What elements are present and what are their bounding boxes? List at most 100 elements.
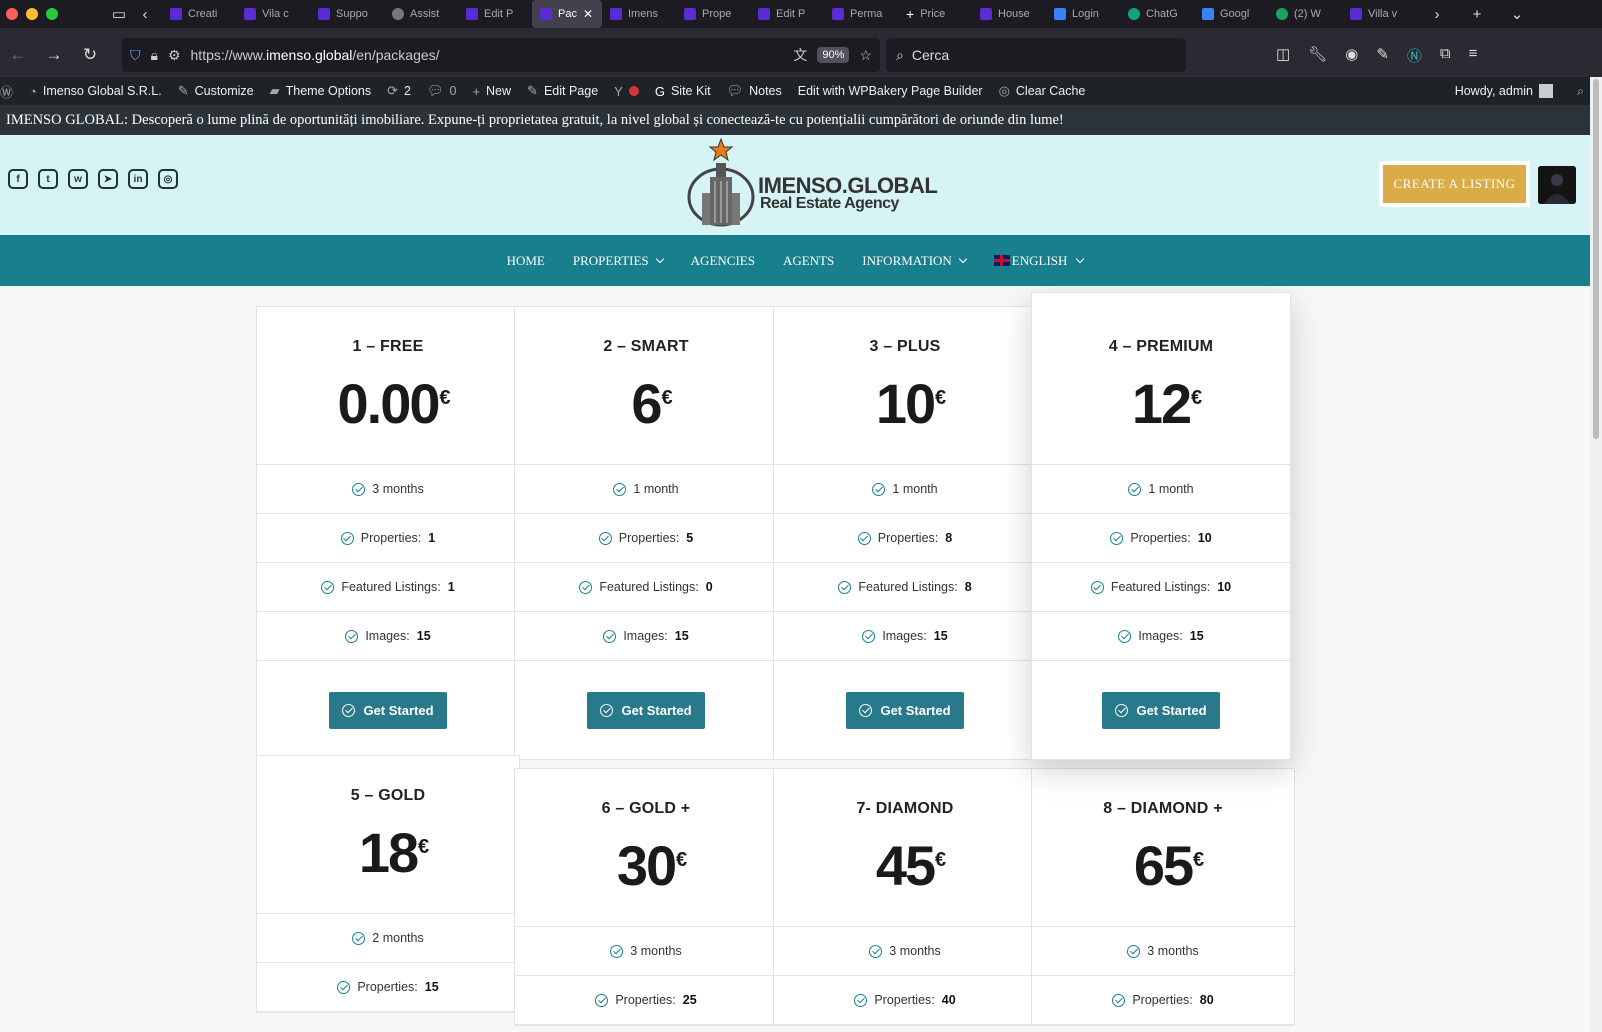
package-duration: 3 months [257, 465, 519, 514]
nav-home[interactable]: HOME [507, 253, 545, 269]
account-icon[interactable]: ◉ [1345, 45, 1358, 66]
tab-list-menu-icon[interactable]: ⌄ [1504, 5, 1530, 23]
search-input[interactable]: ⌕ Cerca [886, 38, 1186, 72]
wp-search-icon[interactable]: ⌕ [1577, 84, 1584, 99]
nav-agencies[interactable]: AGENCIES [691, 253, 755, 269]
wp-wpbakery[interactable]: Edit with WPBakery Page Builder [790, 84, 991, 98]
browser-tab[interactable]: Prope [676, 0, 750, 28]
tracking-shield-icon[interactable]: ⛉ [130, 47, 141, 64]
check-circle-icon [1090, 580, 1104, 594]
menu-icon[interactable]: ≡ [1469, 45, 1478, 66]
browser-tab[interactable]: ChatG [1120, 0, 1194, 28]
translate-icon[interactable]: 文 [793, 45, 807, 65]
package-price: 10 € [876, 376, 946, 432]
browser-tab[interactable]: Imens [602, 0, 676, 28]
pen-icon[interactable]: ✎ [1376, 45, 1389, 66]
nav-properties[interactable]: PROPERTIES [573, 253, 664, 269]
browser-tab[interactable]: Perma [824, 0, 898, 28]
browser-tab[interactable]: (2) W [1268, 0, 1342, 28]
get-started-button[interactable]: Get Started [587, 691, 705, 729]
wp-notes[interactable]: 💬︎ Notes [719, 83, 790, 99]
wp-site-name[interactable]: ◔ Imenso Global S.R.L. [21, 84, 170, 99]
close-tab-icon[interactable]: ✕ [583, 7, 593, 21]
user-avatar[interactable] [1538, 166, 1576, 204]
minimize-window-button[interactable] [26, 8, 38, 20]
nav-information[interactable]: INFORMATION [862, 253, 968, 269]
browser-tab[interactable]: House [972, 0, 1046, 28]
tab-overview-icon[interactable]: ▭ [106, 5, 132, 23]
browser-tab[interactable]: Creati [162, 0, 236, 28]
properties-value: 40 [941, 993, 956, 1007]
tabs-scroll-right-icon[interactable]: › [1424, 6, 1450, 23]
zoom-level-badge[interactable]: 90% [817, 47, 850, 63]
wp-theme-options[interactable]: ▰ Theme Options [262, 83, 379, 99]
lock-icon[interactable]: 🔒︎ [151, 47, 158, 64]
site-logo[interactable]: IMENSO.GLOBAL Real Estate Agency [686, 137, 938, 227]
wordpress-logo-icon[interactable]: Ⓦ [0, 82, 21, 101]
wp-comments[interactable]: 💬︎ 0 [419, 83, 464, 99]
package-price: 6 € [631, 376, 672, 432]
wp-customize[interactable]: ✎ Customize [170, 83, 262, 99]
browser-tab[interactable]: Suppo [310, 0, 384, 28]
telegram-icon[interactable]: ➤ [98, 169, 118, 189]
get-started-button[interactable]: Get Started [1102, 691, 1220, 729]
tabs-scroll-left-icon[interactable]: ‹ [132, 6, 158, 23]
wrench-icon[interactable]: 🔧︎ [1308, 45, 1327, 66]
url-text[interactable]: https://www.imenso.global/en/packages/ [191, 47, 784, 63]
browser-tab[interactable]: Login [1046, 0, 1120, 28]
browser-toolbar: ← → ↻ ⛉ 🔒︎ ⚙ https://www.imenso.global/e… [0, 28, 1602, 82]
wp-account[interactable]: Howdy, admin [1447, 84, 1561, 98]
browser-tab[interactable]: Edit P [750, 0, 824, 28]
wp-edit-page[interactable]: ✎ Edit Page [519, 83, 606, 99]
reload-icon[interactable]: ↻ [72, 45, 108, 65]
images-value: 15 [1189, 629, 1204, 643]
linkedin-icon[interactable]: in [128, 169, 148, 189]
pricing-card-header: 2 – SMART 6 € [515, 307, 777, 465]
currency-symbol: € [661, 387, 673, 409]
page-scrollbar[interactable] [1590, 77, 1602, 1032]
package-featured-listings: Featured Listings: 0 [515, 563, 777, 612]
yoast-seo[interactable]: Y [606, 84, 647, 99]
forward-icon[interactable]: → [36, 45, 72, 65]
maximize-window-button[interactable] [46, 8, 58, 20]
wp-site-kit[interactable]: G Site Kit [647, 84, 719, 99]
pricing-card-header: 1 – FREE 0.00 € [257, 307, 519, 465]
permissions-icon[interactable]: ⚙ [168, 47, 181, 64]
properties-value: 10 [1197, 531, 1212, 545]
scrollbar-thumb[interactable] [1593, 79, 1599, 439]
featured-label: Featured Listings: [341, 580, 441, 594]
browser-tab[interactable]: Assist [384, 0, 458, 28]
extensions-icon[interactable]: ⧉ [1440, 45, 1451, 66]
extension-n-icon[interactable]: Ⓝ [1407, 45, 1422, 66]
pocket-icon[interactable]: ◫ [1276, 45, 1290, 66]
browser-tab[interactable]: Villa v [1342, 0, 1416, 28]
address-bar[interactable]: ⛉ 🔒︎ ⚙ https://www.imenso.global/en/pack… [122, 38, 880, 72]
twitter-icon[interactable]: t [38, 169, 58, 189]
create-listing-button[interactable]: CREATE A LISTING [1379, 161, 1530, 207]
browser-tab[interactable]: Edit P [458, 0, 532, 28]
browser-tab[interactable]: Vila c [236, 0, 310, 28]
nav-agents[interactable]: AGENTS [783, 253, 834, 269]
check-circle-icon [598, 531, 612, 545]
bookmark-star-icon[interactable]: ☆ [859, 47, 872, 64]
get-started-button[interactable]: Get Started [329, 691, 447, 729]
check-circle-icon [345, 629, 359, 643]
package-price: 12 € [1132, 376, 1202, 432]
browser-tab[interactable]: + Price [898, 0, 972, 28]
new-tab-icon[interactable]: + [1464, 6, 1490, 23]
back-icon[interactable]: ← [0, 45, 36, 65]
check-circle-icon [1115, 703, 1129, 717]
folder-icon: ▰ [269, 83, 280, 98]
wp-clear-cache[interactable]: ◎ Clear Cache [991, 83, 1094, 99]
close-window-button[interactable] [6, 8, 18, 20]
get-started-button[interactable]: Get Started [846, 691, 964, 729]
nav-language[interactable]: ENGLISH [993, 253, 1085, 269]
wp-updates[interactable]: ⟳ 2 [379, 83, 419, 99]
facebook-icon[interactable]: f [8, 169, 28, 189]
wp-new[interactable]: + New [464, 84, 519, 99]
instagram-icon[interactable]: ◎ [158, 169, 178, 189]
browser-tab[interactable]: Googl [1194, 0, 1268, 28]
browser-tab[interactable]: Pac ✕ [532, 0, 602, 28]
package-featured-listings: Featured Listings: 1 [257, 563, 519, 612]
whatsapp-icon[interactable]: w [68, 169, 88, 189]
